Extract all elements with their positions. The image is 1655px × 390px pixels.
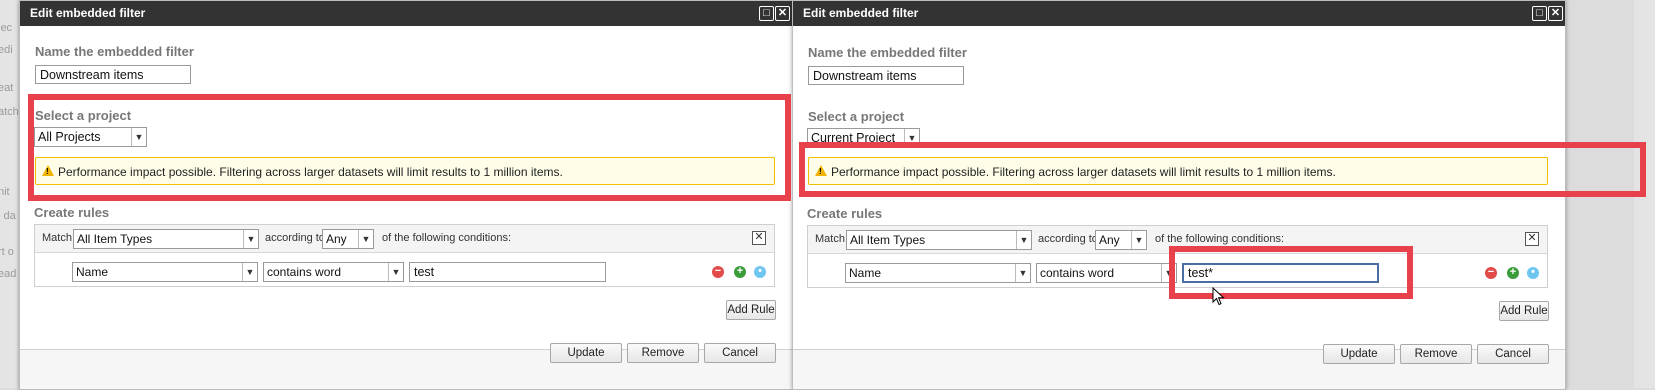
rule-operator-select[interactable]: contains word ▼ <box>1036 263 1177 283</box>
bg-text: rt o <box>0 246 14 258</box>
match-label: Match <box>815 233 845 245</box>
rules-label: Create rules <box>807 206 883 221</box>
project-label: Select a project <box>808 109 905 124</box>
item-type-value: All Item Types <box>850 233 926 247</box>
chevron-down-icon: ▼ <box>1016 231 1031 249</box>
dialog-footer: Update Remove Cancel <box>793 344 1565 389</box>
close-rules-icon[interactable]: ✕ <box>752 231 766 245</box>
maximize-icon[interactable]: □ <box>1532 6 1547 21</box>
chevron-down-icon: ▼ <box>1015 264 1030 282</box>
any-select[interactable]: Any ▼ <box>1095 230 1147 250</box>
add-rule-button[interactable]: Add Rule <box>726 300 776 320</box>
cancel-button[interactable]: Cancel <box>704 343 776 363</box>
rule-value-input[interactable]: test <box>409 262 606 282</box>
bg-text: l da <box>0 210 16 222</box>
close-rules-icon[interactable]: ✕ <box>1525 232 1539 246</box>
any-value: Any <box>326 232 347 246</box>
rule-field-select[interactable]: Name ▼ <box>845 263 1031 283</box>
any-select[interactable]: Any ▼ <box>322 229 374 249</box>
rule-operator-value: contains word <box>267 265 342 279</box>
dialog-title: Edit embedded filter <box>803 6 919 20</box>
maximize-icon[interactable]: □ <box>759 6 774 21</box>
close-icon[interactable]: ✕ <box>1548 6 1563 21</box>
dialog-footer: Update Remove Cancel <box>20 343 792 389</box>
bg-text: nit <box>0 186 10 198</box>
dialog-titlebar[interactable]: Edit embedded filter □ ✕ <box>20 1 792 26</box>
highlight-box-warning-right <box>799 142 1646 197</box>
bg-text: eat <box>0 82 14 94</box>
bg-text: edi <box>0 44 13 56</box>
bg-text: ead <box>0 268 17 280</box>
rule-operator-value: contains word <box>1040 266 1115 280</box>
name-label: Name the embedded filter <box>808 45 967 60</box>
bg-text: lec <box>0 22 13 34</box>
filter-name-input[interactable]: Downstream items <box>35 65 191 84</box>
mouse-cursor-icon <box>1212 287 1225 306</box>
name-label: Name the embedded filter <box>35 44 194 59</box>
chevron-down-icon: ▼ <box>243 230 258 248</box>
dialog-titlebar[interactable]: Edit embedded filter □ ✕ <box>793 1 1565 26</box>
chevron-down-icon: ▼ <box>358 230 373 248</box>
highlight-box-rule-value-right <box>1169 246 1413 299</box>
rules-label: Create rules <box>34 205 110 220</box>
conditions-label: of the following conditions: <box>1155 233 1285 245</box>
background-left: lec edi eat atch nit l da rt o ead <box>0 0 18 388</box>
highlight-box-project-left <box>28 94 791 201</box>
rule-operator-select[interactable]: contains word ▼ <box>263 262 404 282</box>
cancel-button[interactable]: Cancel <box>1477 344 1549 364</box>
filter-name-input[interactable]: Downstream items <box>808 66 964 85</box>
plus-circle-icon[interactable]: + <box>734 266 746 278</box>
according-label: according to <box>1038 233 1098 245</box>
according-label: according to <box>265 232 325 244</box>
bg-text: atch <box>0 106 18 118</box>
item-type-select[interactable]: All Item Types ▼ <box>846 230 1032 250</box>
remove-button[interactable]: Remove <box>627 343 699 363</box>
update-button[interactable]: Update <box>550 343 622 363</box>
item-type-select[interactable]: All Item Types ▼ <box>73 229 259 249</box>
chevron-down-icon: ▼ <box>388 263 403 281</box>
rules-box: Match All Item Types ▼ according to Any … <box>34 224 775 287</box>
rule-field-value: Name <box>76 265 109 279</box>
minus-circle-icon[interactable]: − <box>712 266 724 278</box>
remove-button[interactable]: Remove <box>1400 344 1472 364</box>
add-rule-button[interactable]: Add Rule <box>1499 301 1549 321</box>
item-type-value: All Item Types <box>77 232 153 246</box>
rule-field-value: Name <box>849 266 882 280</box>
dialog-title: Edit embedded filter <box>30 6 146 20</box>
close-icon[interactable]: ✕ <box>775 6 790 21</box>
rule-field-select[interactable]: Name ▼ <box>72 262 258 282</box>
edit-circle-icon[interactable]: • <box>1527 267 1539 279</box>
rules-header: Match All Item Types ▼ according to Any … <box>35 225 774 253</box>
conditions-label: of the following conditions: <box>382 232 512 244</box>
chevron-down-icon: ▼ <box>1131 231 1146 249</box>
any-value: Any <box>1099 233 1120 247</box>
minus-circle-icon[interactable]: − <box>1485 267 1497 279</box>
chevron-down-icon: ▼ <box>242 263 257 281</box>
plus-circle-icon[interactable]: + <box>1507 267 1519 279</box>
update-button[interactable]: Update <box>1323 344 1395 364</box>
match-label: Match <box>42 232 72 244</box>
edit-circle-icon[interactable]: • <box>754 266 766 278</box>
